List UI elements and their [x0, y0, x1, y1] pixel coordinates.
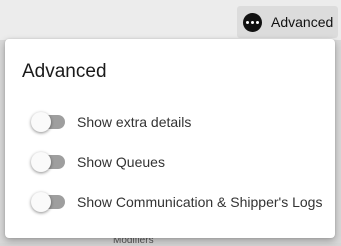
toggle-label: Show Communication & Shipper's Logs [77, 194, 323, 210]
toggle-label: Show Queues [77, 154, 165, 170]
toggle-switch[interactable] [31, 112, 65, 132]
toggle-show-extra-details[interactable]: Show extra details [31, 112, 191, 132]
toggle-thumb [31, 112, 51, 132]
more-horizontal-icon [243, 12, 262, 32]
toggle-thumb [31, 192, 51, 212]
toggle-show-queues[interactable]: Show Queues [31, 152, 165, 172]
advanced-popover: Advanced Show extra details Show Queues … [5, 39, 335, 238]
toggle-switch[interactable] [31, 192, 65, 212]
advanced-button-label: Advanced [271, 14, 334, 30]
toggle-switch[interactable] [31, 152, 65, 172]
toggle-show-communication-logs[interactable]: Show Communication & Shipper's Logs [31, 192, 322, 212]
toggle-label: Show extra details [77, 114, 192, 130]
advanced-button[interactable]: Advanced [237, 6, 338, 38]
popover-title: Advanced [22, 61, 107, 82]
toggle-thumb [31, 152, 51, 172]
